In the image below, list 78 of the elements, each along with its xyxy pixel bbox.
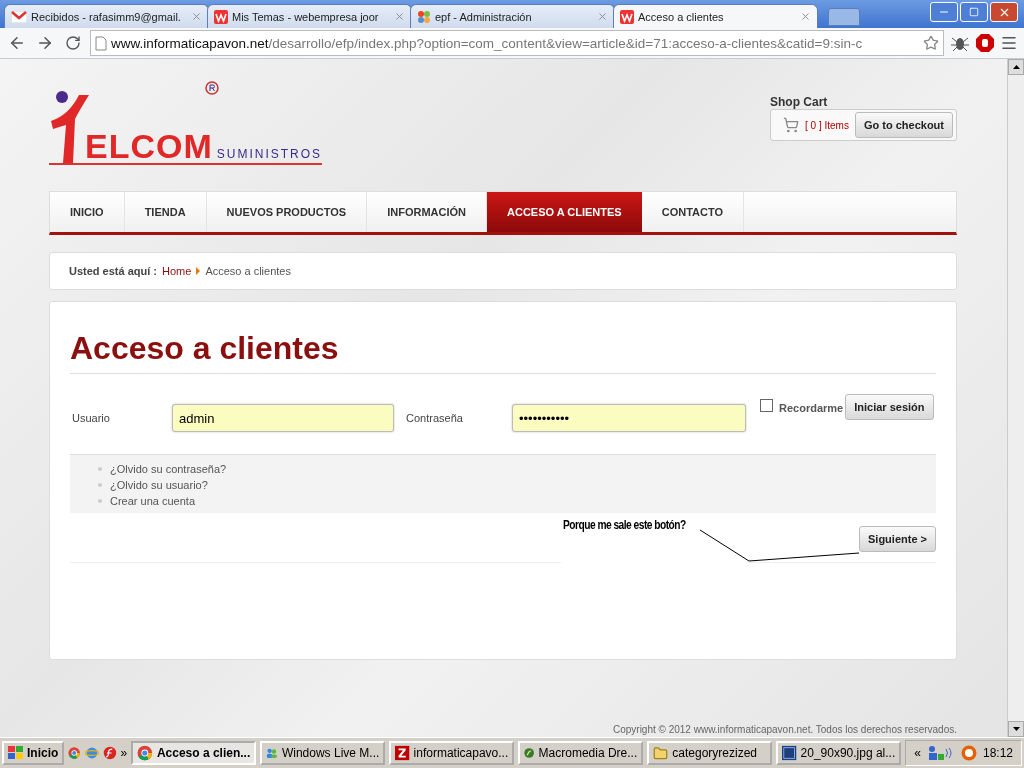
account-link[interactable]: Crear una cuenta — [110, 495, 195, 507]
close-icon[interactable] — [800, 11, 811, 22]
scroll-up-button[interactable] — [1008, 59, 1024, 75]
chrome-icon — [68, 745, 81, 761]
forward-arrow-icon — [36, 34, 54, 52]
close-button[interactable] — [990, 2, 1018, 22]
start-button[interactable]: Inicio — [2, 741, 65, 765]
more-button[interactable]: » — [120, 746, 128, 760]
close-icon[interactable] — [394, 11, 405, 22]
remember-checkbox[interactable] — [760, 398, 773, 412]
next-button[interactable]: Siguiente > — [859, 526, 936, 552]
breadcrumb-label: Usted está aquí : — [69, 265, 158, 277]
browser-tab[interactable]: epf - Administración — [410, 4, 615, 28]
taskbar-button[interactable]: Windows Live M... — [260, 741, 386, 765]
remember-label: Recordarme — [779, 402, 844, 414]
clock: 18:12 — [983, 746, 1013, 760]
taskbar-button[interactable]: 20_90x90.jpg al... — [776, 741, 902, 765]
tray-expand-button[interactable]: « — [914, 746, 921, 760]
bullet-icon — [98, 499, 102, 503]
page-icon — [95, 35, 107, 51]
password-field[interactable]: ••••••••••• — [512, 404, 746, 432]
password-label: Contraseña — [406, 412, 464, 424]
maximize-button[interactable] — [960, 2, 988, 22]
taskbar-button[interactable]: categoryrezized — [647, 741, 773, 765]
taskbar-button[interactable]: Acceso a clien... — [131, 741, 257, 765]
reload-icon — [65, 35, 81, 51]
minimize-button[interactable] — [930, 2, 958, 22]
close-icon[interactable] — [597, 11, 608, 22]
chrome-icon — [137, 745, 153, 761]
caret-icon — [196, 267, 201, 275]
scrollbar[interactable] — [1007, 59, 1024, 737]
taskbar-button[interactable]: informaticapavo... — [389, 741, 515, 765]
browser-tab[interactable]: Mis Temas - webempresa joor — [207, 4, 412, 28]
maximize-icon — [969, 7, 979, 17]
nav-item[interactable]: ACCESO A CLIENTES — [487, 192, 642, 232]
username-field[interactable]: admin — [172, 404, 394, 432]
nav-item[interactable]: NUEVOS PRODUCTOS — [206, 192, 368, 232]
logo-tagline: SUMINISTROS — [216, 147, 323, 161]
breadcrumb-current: Acceso a clientes — [205, 265, 291, 277]
page-title: Acceso a clientes — [70, 330, 936, 374]
nav-item[interactable]: CONTACTO — [641, 192, 744, 232]
filezilla-icon — [395, 745, 410, 761]
taskbar-button[interactable]: Macromedia Dre... — [518, 741, 644, 765]
flash-icon[interactable] — [102, 744, 117, 762]
browser-tab[interactable]: Acceso a clientes — [613, 4, 818, 28]
nav-item[interactable]: TIENDA — [124, 192, 207, 232]
copyright-text: Copyright © 2012 www.informaticapavon.net. Todos los derechos reservados. — [612, 724, 957, 735]
bullet-icon — [98, 467, 102, 471]
cart-icon — [783, 117, 800, 133]
account-link[interactable]: ¿Olvido su usuario? — [110, 479, 208, 491]
cart-title: Shop Cart — [770, 95, 828, 109]
cart-count: [ 0 ] Items — [805, 119, 849, 131]
close-icon[interactable] — [191, 11, 202, 22]
network-icon — [927, 745, 955, 761]
login-button[interactable]: Iniciar sesión — [845, 394, 934, 420]
account-link[interactable]: ¿Olvido su contraseña? — [110, 463, 227, 475]
up-triangle-icon — [1012, 65, 1020, 69]
down-triangle-icon — [1012, 727, 1020, 731]
site-icon — [214, 9, 228, 24]
bullet-icon — [98, 483, 102, 487]
site-icon — [620, 9, 634, 24]
browser-tab[interactable]: Recibidos - rafasimm9@gmail. — [4, 4, 209, 28]
swirl-icon — [524, 745, 535, 761]
checkout-button[interactable]: Go to checkout — [854, 112, 953, 138]
menu-icon[interactable] — [1000, 34, 1018, 52]
breadcrumb-link[interactable]: Home — [162, 265, 192, 277]
windows-logo-icon — [8, 746, 24, 760]
star-icon[interactable] — [923, 35, 939, 51]
puzzle-icon — [417, 9, 431, 24]
mail-icon — [11, 10, 27, 23]
registered-icon — [205, 81, 219, 95]
scroll-down-button[interactable] — [1008, 721, 1024, 737]
annotation-text: Porque me sale este botón? — [563, 518, 686, 532]
nav-item[interactable]: INICIO — [50, 192, 125, 232]
folder-icon — [653, 745, 669, 761]
logo-name: ELCOM — [85, 129, 213, 163]
address-bar[interactable]: www.informaticapavon.net/desarrollo/efp/index.php?option=com_content&view=article&id=71:acceso-a-clientes&catid=9:sin-c — [90, 30, 944, 56]
username-label: Usuario — [72, 412, 111, 424]
